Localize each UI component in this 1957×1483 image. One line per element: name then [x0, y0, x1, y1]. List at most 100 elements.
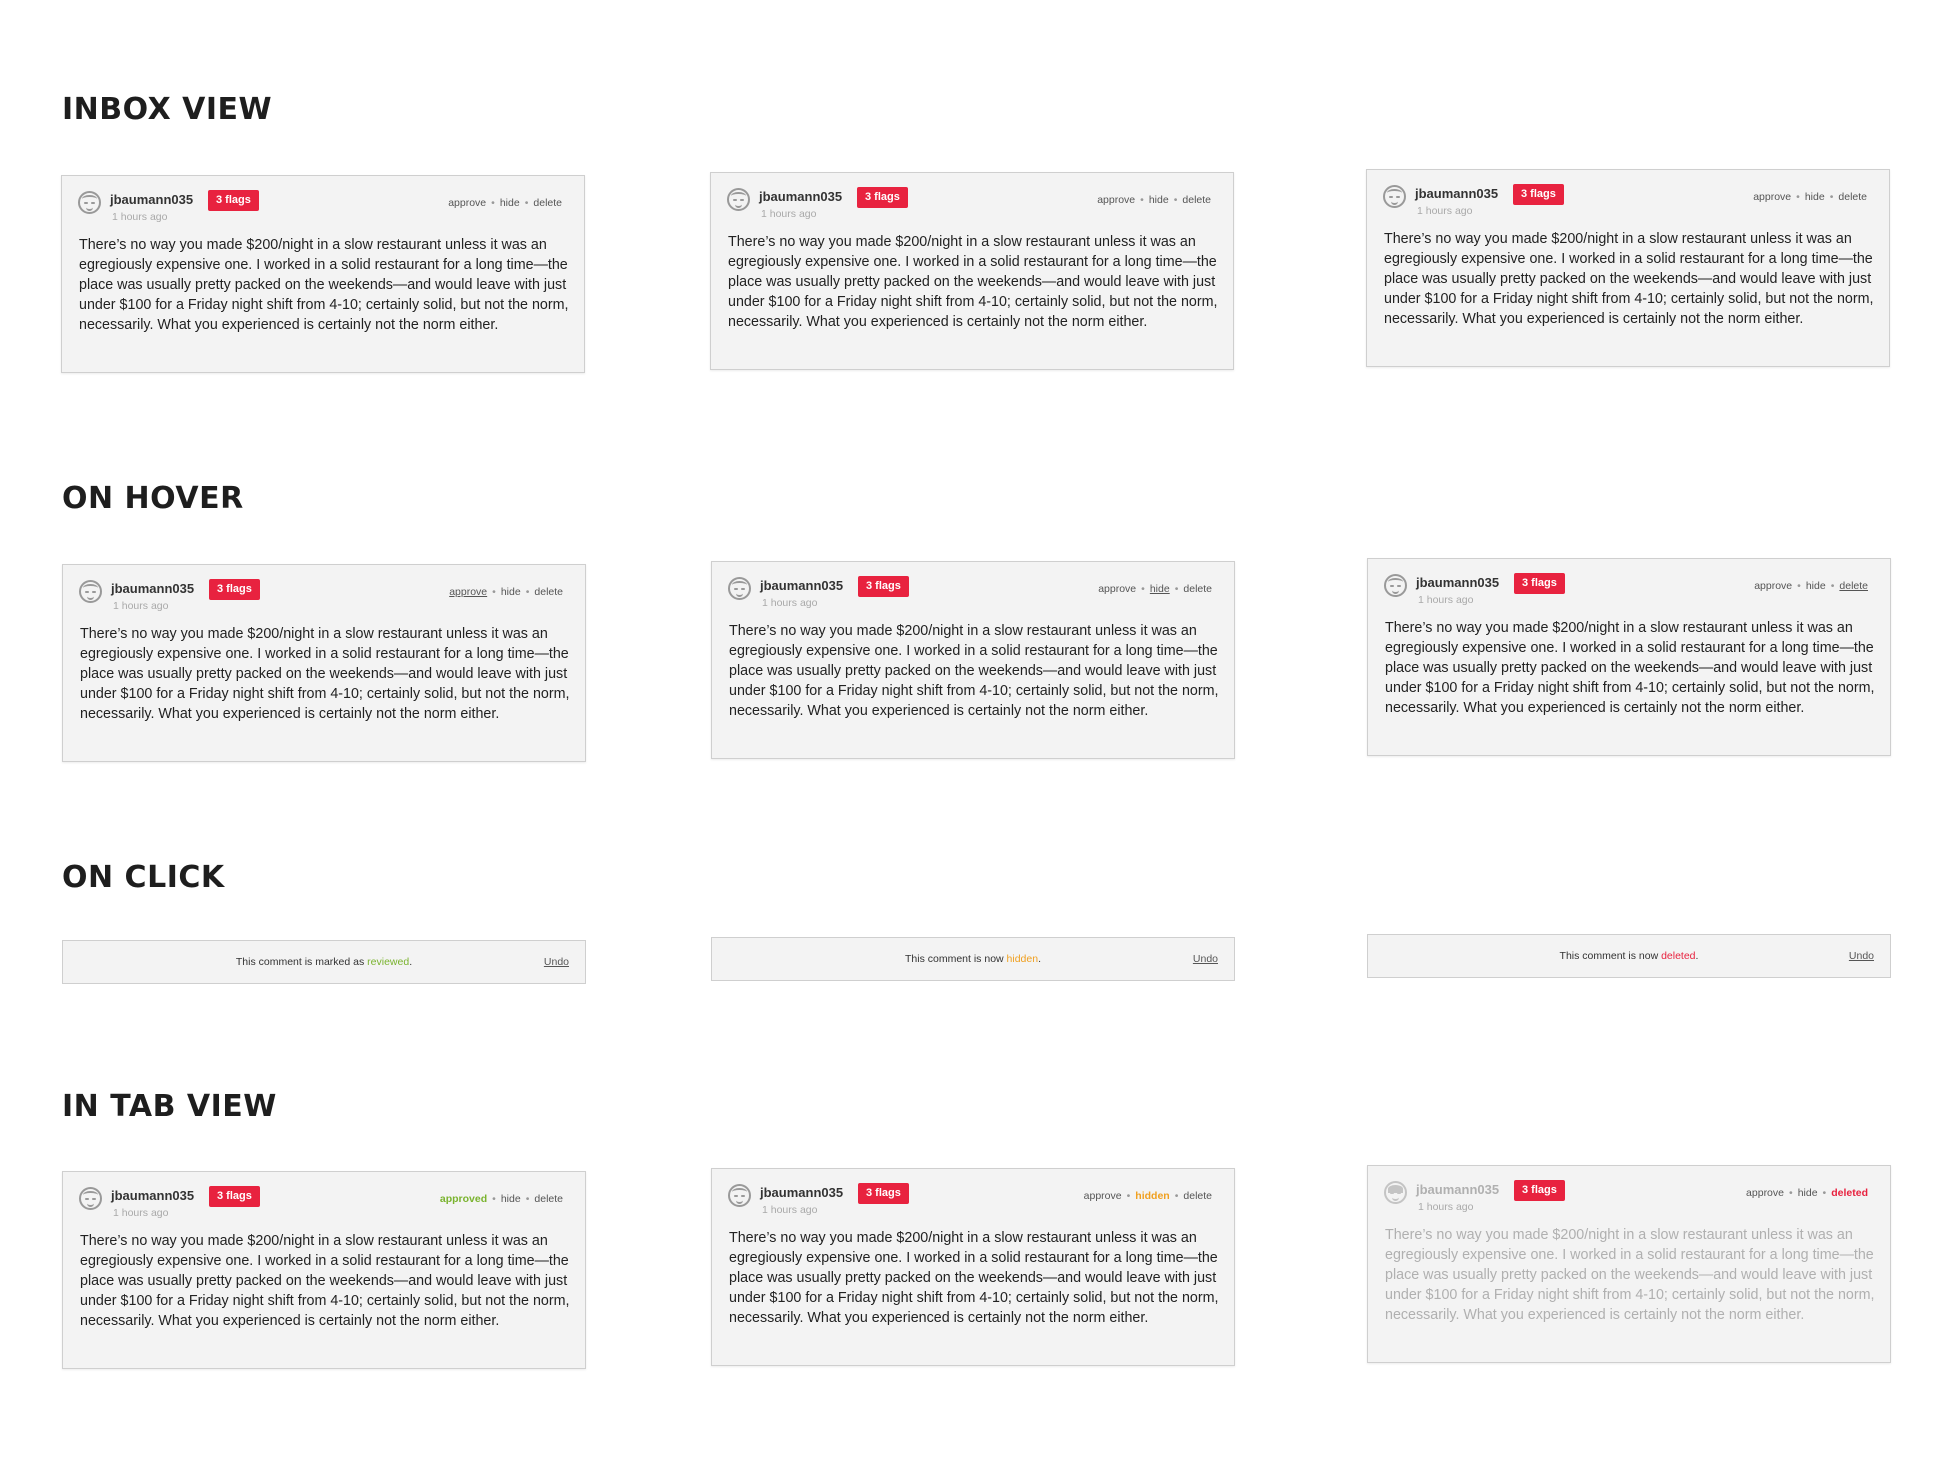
comment-username[interactable]: jbaumann035 [1415, 186, 1498, 201]
approve-action[interactable]: approve [1098, 583, 1136, 595]
action-separator: • [1797, 580, 1801, 592]
flags-badge: 3 flags [1514, 573, 1565, 594]
comment-body: There’s no way you made $200/night in a … [728, 234, 1218, 330]
user-avatar-icon [78, 191, 101, 214]
flags-badge: 3 flags [1514, 1180, 1565, 1201]
comment-timestamp: 1 hours ago [761, 208, 817, 220]
deleted-status[interactable]: deleted [1831, 1187, 1868, 1199]
notice-prefix: This comment is now [1559, 950, 1662, 962]
undo-button[interactable]: Undo [1193, 953, 1218, 965]
comment-card: jbaumann035 3 flags 1 hours ago approve •… [1366, 169, 1890, 367]
hide-action[interactable]: hide [1149, 194, 1169, 206]
delete-action[interactable]: delete [1183, 1190, 1212, 1202]
approved-status[interactable]: approved [440, 1193, 487, 1205]
action-separator: • [1141, 583, 1145, 595]
moderation-actions: approve • hide • delete [1753, 191, 1867, 203]
comment-username[interactable]: jbaumann035 [111, 581, 194, 596]
reviewed-notice: This comment is marked as reviewed. Undo [62, 940, 586, 984]
hide-action[interactable]: hide [1798, 1187, 1818, 1199]
delete-action[interactable]: delete [1839, 580, 1868, 592]
hidden-status[interactable]: hidden [1135, 1190, 1169, 1202]
comment-card: jbaumann035 3 flags 1 hours ago approve •… [710, 172, 1234, 370]
hide-action[interactable]: hide [501, 1193, 521, 1205]
comment-username[interactable]: jbaumann035 [759, 189, 842, 204]
comment-card: jbaumann035 3 flags 1 hours ago approve •… [1367, 558, 1891, 756]
comment-body: There’s no way you made $200/night in a … [729, 623, 1219, 719]
action-separator: • [1830, 580, 1835, 592]
hide-action[interactable]: hide [1150, 583, 1170, 595]
approve-action[interactable]: approve [1753, 191, 1791, 203]
comment-body: There’s no way you made $200/night in a … [1385, 1227, 1875, 1323]
comment-timestamp: 1 hours ago [1417, 205, 1473, 217]
comment-timestamp: 1 hours ago [1418, 1201, 1474, 1213]
delete-action[interactable]: delete [1183, 583, 1212, 595]
section-title-on-hover: ON HOVER [62, 481, 244, 516]
moderation-actions: approved • hide • delete [440, 1193, 563, 1205]
moderation-actions: approve • hide • delete [449, 586, 563, 598]
notice-message: This comment is now hidden. [712, 953, 1234, 965]
user-avatar-icon [79, 1187, 102, 1210]
undo-button[interactable]: Undo [544, 956, 569, 968]
user-avatar-icon [1384, 1181, 1407, 1204]
hide-action[interactable]: hide [1806, 580, 1826, 592]
approve-action[interactable]: approve [1754, 580, 1792, 592]
delete-action[interactable]: delete [1182, 194, 1211, 206]
flags-badge: 3 flags [858, 1183, 909, 1204]
moderation-actions: approve • hide • delete [1098, 583, 1212, 595]
notice-message: This comment is marked as reviewed. [63, 956, 585, 968]
user-avatar-icon [728, 577, 751, 600]
approve-action[interactable]: approve [449, 586, 487, 598]
hide-action[interactable]: hide [1805, 191, 1825, 203]
action-separator: • [1126, 1190, 1131, 1202]
approve-action[interactable]: approve [448, 197, 486, 209]
notice-status: reviewed [367, 956, 410, 968]
action-separator: • [525, 1193, 530, 1205]
action-separator: • [1140, 194, 1144, 206]
comment-username[interactable]: jbaumann035 [760, 1185, 843, 1200]
delete-action[interactable]: delete [534, 1193, 563, 1205]
comment-card: jbaumann035 3 flags 1 hours ago approve •… [711, 561, 1235, 759]
comment-timestamp: 1 hours ago [762, 597, 818, 609]
comment-username[interactable]: jbaumann035 [1416, 1182, 1499, 1197]
hide-action[interactable]: hide [500, 197, 520, 209]
notice-status: deleted [1661, 950, 1696, 962]
comment-card: jbaumann035 3 flags 1 hours ago approve •… [1367, 1165, 1891, 1363]
comment-timestamp: 1 hours ago [113, 1207, 169, 1219]
comment-body: There’s no way you made $200/night in a … [1384, 231, 1874, 327]
approve-action[interactable]: approve [1084, 1190, 1122, 1202]
delete-action[interactable]: delete [1838, 191, 1867, 203]
action-separator: • [1173, 194, 1178, 206]
comment-body: There’s no way you made $200/night in a … [80, 626, 570, 722]
notice-suffix: . [409, 956, 413, 968]
approve-action[interactable]: approve [1097, 194, 1135, 206]
comment-card: jbaumann035 3 flags 1 hours ago approve •… [711, 1168, 1235, 1366]
comment-username[interactable]: jbaumann035 [1416, 575, 1499, 590]
user-avatar-icon [1383, 185, 1406, 208]
notice-prefix: This comment is marked as [235, 956, 368, 968]
undo-button[interactable]: Undo [1849, 950, 1874, 962]
delete-action[interactable]: delete [534, 586, 563, 598]
flags-badge: 3 flags [1513, 184, 1564, 205]
hidden-notice: This comment is now hidden. Undo [711, 937, 1235, 981]
flags-badge: 3 flags [858, 576, 909, 597]
notice-prefix: This comment is now [905, 953, 1007, 965]
comment-card: jbaumann035 3 flags 1 hours ago approve •… [61, 175, 585, 373]
comment-body: There’s no way you made $200/night in a … [80, 1233, 570, 1329]
comment-username[interactable]: jbaumann035 [111, 1188, 194, 1203]
section-title-in-tab-view: IN TAB VIEW [62, 1089, 277, 1124]
delete-action[interactable]: delete [533, 197, 562, 209]
action-separator: • [491, 197, 495, 209]
approve-action[interactable]: approve [1746, 1187, 1784, 1199]
comment-username[interactable]: jbaumann035 [110, 192, 193, 207]
notice-suffix: . [1038, 953, 1041, 965]
action-separator: • [1822, 1187, 1827, 1199]
comment-username[interactable]: jbaumann035 [760, 578, 843, 593]
comment-body: There’s no way you made $200/night in a … [729, 1230, 1219, 1326]
flags-badge: 3 flags [209, 1186, 260, 1207]
comment-card: jbaumann035 3 flags 1 hours ago approved… [62, 1171, 586, 1369]
hide-action[interactable]: hide [501, 586, 521, 598]
flags-badge: 3 flags [208, 190, 259, 211]
deleted-notice: This comment is now deleted. Undo [1367, 934, 1891, 978]
action-separator: • [1829, 191, 1834, 203]
comment-timestamp: 1 hours ago [112, 211, 168, 223]
